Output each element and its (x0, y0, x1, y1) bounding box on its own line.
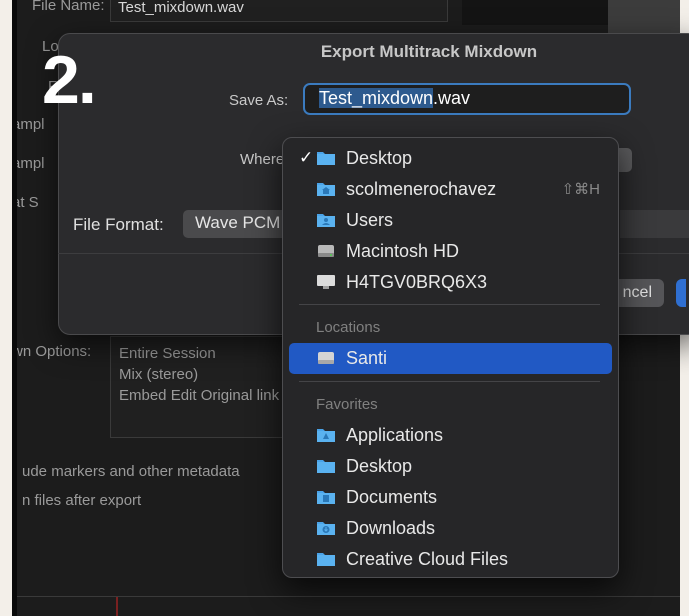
where-menu: ✓ Desktop scolmenerochavez ⇧⌘H Users Mac… (282, 137, 619, 578)
menu-item-computer[interactable]: H4TGV0BRQ6X3 (289, 267, 612, 298)
folder-icon (317, 460, 335, 473)
format-settings-area (620, 210, 689, 238)
bg-panel-right (608, 0, 680, 33)
save-as-label: Save As: (229, 92, 289, 109)
menu-separator (299, 381, 600, 382)
documents-folder-icon (317, 491, 335, 504)
menu-item-desktop-favorite[interactable]: Desktop (289, 451, 612, 482)
where-popup-button[interactable] (618, 148, 632, 172)
menu-item-creative-cloud[interactable]: Creative Cloud Files (289, 544, 612, 575)
save-as-input[interactable]: Test_mixdown.wav (303, 83, 631, 115)
menu-item-downloads[interactable]: Downloads (289, 513, 612, 544)
save-button[interactable] (676, 279, 686, 307)
folder-icon (317, 553, 335, 566)
menu-item-label: scolmenerochavez (346, 179, 497, 199)
users-folder-icon (317, 214, 335, 227)
file-name-value: Test_mixdown.wav (118, 0, 244, 16)
mixdown-option[interactable]: Mix (stereo) (119, 366, 198, 383)
menu-item-santi[interactable]: Santi (289, 343, 612, 374)
menu-item-label: Santi (346, 348, 388, 368)
applications-folder-icon (317, 429, 335, 442)
dialog-title: Export Multitrack Mixdown (320, 42, 538, 61)
menu-item-macintosh-hd[interactable]: Macintosh HD (289, 236, 612, 267)
menu-separator (299, 304, 600, 305)
where-label: Where (240, 151, 285, 168)
favorites-header: Favorites (316, 396, 378, 413)
menu-item-desktop[interactable]: ✓ Desktop (289, 143, 612, 174)
menu-item-label: Creative Cloud Files (346, 549, 509, 569)
menu-item-applications[interactable]: Applications (289, 420, 612, 451)
window-edge (12, 0, 17, 616)
menu-item-label: Desktop (346, 456, 413, 476)
save-as-extension: .wav (433, 88, 471, 108)
file-name-label: File Name: (32, 0, 105, 14)
folder-icon (317, 152, 335, 165)
keyboard-shortcut: ⇧⌘H (561, 181, 600, 198)
checkmark-icon: ✓ (299, 148, 314, 167)
hard-drive-icon (318, 245, 334, 257)
menu-item-users[interactable]: Users (289, 205, 612, 236)
bg-panel (462, 0, 612, 25)
computer-icon (317, 275, 335, 289)
menu-item-documents[interactable]: Documents (289, 482, 612, 513)
menu-item-label: Desktop (346, 148, 413, 168)
step-number: 2. (42, 42, 97, 118)
include-markers-checkbox-label[interactable]: ude markers and other metadata (22, 463, 240, 480)
menu-item-home[interactable]: scolmenerochavez ⇧⌘H (289, 174, 612, 205)
panel-divider (17, 596, 680, 597)
locations-header: Locations (316, 319, 381, 336)
mixdown-option[interactable]: Entire Session (119, 345, 216, 362)
menu-item-label: Downloads (346, 518, 436, 538)
menu-item-label: Macintosh HD (346, 241, 460, 261)
menu-item-label: Applications (346, 425, 444, 445)
open-files-checkbox-label[interactable]: n files after export (22, 492, 141, 509)
menu-item-label: H4TGV0BRQ6X3 (346, 272, 488, 292)
file-format-label: File Format: (73, 215, 164, 234)
save-as-selected-text: Test_mixdown (319, 88, 434, 108)
mixdown-options-label: wn Options: (12, 343, 92, 360)
menu-item-label: Documents (346, 487, 438, 507)
mixdown-option[interactable]: Embed Edit Original link (119, 387, 279, 404)
playhead-marker (116, 596, 118, 616)
menu-item-label: Users (346, 210, 394, 230)
downloads-folder-icon (317, 522, 335, 535)
home-folder-icon (317, 183, 335, 196)
drive-icon (318, 352, 334, 364)
